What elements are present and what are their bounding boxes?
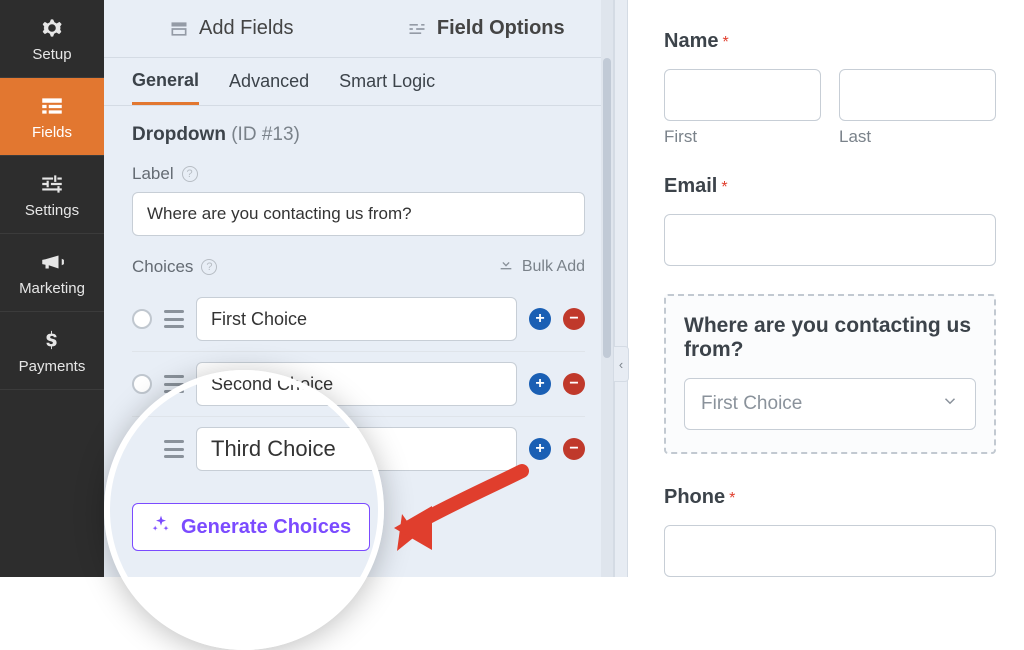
tab-field-options[interactable]: Field Options	[359, 0, 614, 57]
remove-choice-button[interactable]: −	[563, 373, 585, 395]
dropdown-select[interactable]: First Choice	[684, 378, 976, 430]
nav-label: Payments	[19, 358, 86, 375]
phone-field: Phone*	[664, 486, 996, 577]
help-icon[interactable]: ?	[201, 259, 217, 275]
dropdown-value: First Choice	[701, 393, 802, 415]
field-label: Name	[664, 30, 718, 52]
nav-setup[interactable]: Setup	[0, 0, 104, 78]
sparkle-icon	[151, 514, 171, 540]
sublabel: Last	[839, 127, 996, 147]
dollar-icon	[39, 327, 65, 353]
tab-label: Add Fields	[199, 17, 294, 40]
choices-title: Choices	[132, 257, 193, 277]
download-icon	[498, 256, 514, 277]
choice-default-radio[interactable]	[132, 309, 152, 329]
nav-marketing[interactable]: Marketing	[0, 234, 104, 312]
grid-icon	[169, 19, 189, 39]
nav-label: Settings	[25, 202, 79, 219]
choice-row: + −	[132, 417, 585, 481]
choice-default-radio[interactable]	[132, 374, 152, 394]
nav-fields[interactable]: Fields	[0, 78, 104, 156]
drag-handle-icon[interactable]	[164, 310, 184, 328]
bulk-add-label: Bulk Add	[522, 258, 585, 276]
remove-choice-button[interactable]: −	[563, 438, 585, 460]
last-name-input[interactable]	[839, 69, 996, 121]
add-choice-button[interactable]: +	[529, 373, 551, 395]
label-input[interactable]	[132, 192, 585, 236]
choice-row: + −	[132, 352, 585, 417]
drag-handle-icon[interactable]	[164, 440, 184, 458]
nav-label: Fields	[32, 124, 72, 141]
choice-row: + −	[132, 287, 585, 352]
generate-choices-button[interactable]: Generate Choices	[132, 503, 370, 551]
subtab-smart-logic[interactable]: Smart Logic	[339, 58, 435, 105]
bulk-add-button[interactable]: Bulk Add	[498, 256, 585, 277]
left-nav: Setup Fields Settings Marketing Payments	[0, 0, 104, 577]
tab-label: Field Options	[437, 17, 565, 40]
generate-label: Generate Choices	[181, 516, 351, 539]
preview-panel: ‹ Name* First Last Email*	[614, 0, 1024, 577]
collapse-panel-button[interactable]: ‹	[614, 346, 629, 382]
first-name-input[interactable]	[664, 69, 821, 121]
sliders-icon	[407, 19, 427, 39]
field-id: (ID #13)	[231, 124, 300, 145]
tab-add-fields[interactable]: Add Fields	[104, 0, 359, 57]
list-icon	[39, 93, 65, 119]
name-field: Name* First Last	[664, 30, 996, 147]
help-icon[interactable]: ?	[182, 166, 198, 182]
drag-handle-icon[interactable]	[164, 375, 184, 393]
bullhorn-icon	[39, 249, 65, 275]
editor-panel: Add Fields Field Options General Advance…	[104, 0, 614, 577]
add-choice-button[interactable]: +	[529, 438, 551, 460]
field-type: Dropdown	[132, 124, 226, 145]
email-field: Email*	[664, 175, 996, 266]
phone-input[interactable]	[664, 525, 996, 577]
choice-input[interactable]	[196, 362, 517, 406]
sublabel: First	[664, 127, 821, 147]
sliders-icon	[39, 171, 65, 197]
nav-label: Setup	[32, 46, 71, 63]
editor-body: Dropdown (ID #13) Label ? Choices ? Bulk…	[104, 106, 613, 577]
required-asterisk: *	[721, 179, 727, 196]
field-heading: Dropdown (ID #13)	[132, 124, 585, 146]
required-asterisk: *	[722, 34, 728, 51]
email-input[interactable]	[664, 214, 996, 266]
label-title: Label	[132, 164, 174, 184]
dropdown-field-selected[interactable]: Where are you contacting us from? First …	[664, 294, 996, 454]
remove-choice-button[interactable]: −	[563, 308, 585, 330]
choice-input[interactable]	[196, 427, 517, 471]
field-label: Phone	[664, 486, 725, 508]
chevron-down-icon	[941, 392, 959, 416]
field-label: Email	[664, 175, 717, 197]
panel-divider	[614, 0, 628, 577]
field-label: Where are you contacting us from?	[684, 314, 971, 361]
gear-icon	[39, 15, 65, 41]
choice-input[interactable]	[196, 297, 517, 341]
add-choice-button[interactable]: +	[529, 308, 551, 330]
required-asterisk: *	[729, 490, 735, 507]
nav-payments[interactable]: Payments	[0, 312, 104, 390]
subtab-general[interactable]: General	[132, 58, 199, 105]
subtab-advanced[interactable]: Advanced	[229, 58, 309, 105]
nav-label: Marketing	[19, 280, 85, 297]
nav-settings[interactable]: Settings	[0, 156, 104, 234]
choices-list: + − + − + −	[132, 287, 585, 481]
